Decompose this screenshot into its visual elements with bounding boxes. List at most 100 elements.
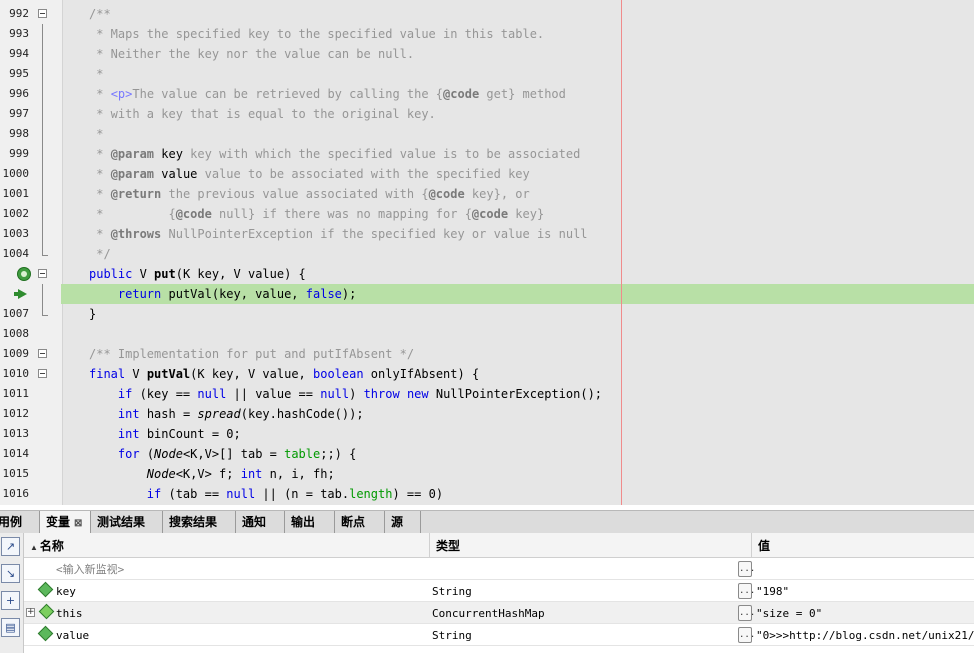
tab-item[interactable]: 搜索结果	[163, 511, 236, 533]
tab-item[interactable]: 断点	[335, 511, 385, 533]
code-line[interactable]: 1003 * @throws NullPointerException if t…	[0, 224, 974, 244]
code-line[interactable]: 998 *	[0, 124, 974, 144]
tab-item[interactable]: 输出	[285, 511, 335, 533]
step-into-icon[interactable]: ↘	[1, 564, 20, 583]
tab-item[interactable]: 用例	[0, 511, 40, 533]
code-text: * <p>The value can be retrieved by calli…	[89, 84, 566, 104]
breakpoint-icon[interactable]	[18, 268, 30, 280]
code-line[interactable]: 1001 * @return the previous value associ…	[0, 184, 974, 204]
new-watch-icon[interactable]: +	[1, 591, 20, 610]
code-editor[interactable]: 992 /** 993 * Maps the specified key to th…	[0, 0, 974, 505]
ellipsis-button[interactable]: ...	[738, 605, 755, 621]
tab-label: 源	[391, 515, 404, 529]
code-token: (key.hashCode());	[240, 407, 364, 421]
code-line[interactable]: 1004 */	[0, 244, 974, 264]
line-number: 1015	[2, 467, 30, 480]
debug-window-icon[interactable]: ▤	[1, 618, 20, 637]
code-token: *	[89, 67, 104, 81]
code-line[interactable]: 1007}	[0, 304, 974, 324]
code-line[interactable]: 1014 for (Node<K,V>[] tab = table;;) {	[0, 444, 974, 464]
ellipsis-button[interactable]: ...	[738, 583, 755, 599]
code-line[interactable]: 1011 if (key == null || value == null) t…	[0, 384, 974, 404]
code-text: * Maps the specified key to the specifie…	[89, 24, 544, 44]
tab-item[interactable]: 测试结果	[91, 511, 163, 533]
code-line[interactable]: 1008	[0, 324, 974, 344]
code-token: if	[117, 387, 133, 401]
code-line[interactable]: 992 /**	[0, 4, 974, 24]
tab-item[interactable]: 通知	[236, 511, 285, 533]
new-watch-row[interactable]: <输入新监视> ...	[24, 558, 974, 580]
fold-guide	[42, 144, 43, 164]
code-line[interactable]: 996 * <p>The value can be retrieved by c…	[0, 84, 974, 104]
line-number: 1007	[2, 307, 30, 320]
variable-type: ConcurrentHashMap	[432, 607, 545, 620]
new-watch-placeholder[interactable]: <输入新监视>	[56, 558, 124, 580]
column-header-name[interactable]: ▲ 名称	[24, 533, 430, 557]
code-line[interactable]: 1009 /** Implementation for put and putIf…	[0, 344, 974, 364]
code-text: int binCount = 0;	[89, 424, 241, 444]
fold-guide	[42, 164, 43, 184]
code-token: *	[89, 127, 104, 141]
code-line[interactable]: 993 * Maps the specified key to the spec…	[0, 24, 974, 44]
step-over-icon[interactable]: ↗	[1, 537, 20, 556]
code-line[interactable]: 1015 Node<K,V> f; int n, i, fh;	[0, 464, 974, 484]
variable-value[interactable]: "0>>>http://blog.csdn.net/unix21/"	[756, 624, 974, 646]
table-row[interactable]: + this ConcurrentHashMap... "size = 0"	[24, 602, 974, 624]
expand-icon[interactable]: +	[26, 608, 35, 617]
code-token: value to be associated with the specifie…	[197, 167, 530, 181]
output-tab-bar: 用例 变量 ⊠ 测试结果 搜索结果 通知 输出 断点 源	[0, 510, 974, 534]
code-line[interactable]: 997 * with a key that is equal to the or…	[0, 104, 974, 124]
code-line[interactable]: 1012 int hash = spread(key.hashCode());	[0, 404, 974, 424]
code-token: final	[89, 367, 126, 381]
fold-guide	[42, 44, 43, 64]
code-token: <K,V> f;	[175, 467, 241, 481]
code-token: *	[89, 227, 111, 241]
fold-end-guide	[42, 244, 48, 256]
ellipsis-button[interactable]: ...	[738, 627, 755, 643]
code-line[interactable]: public V put(K key, V value) {	[0, 264, 974, 284]
variable-value[interactable]: "size = 0"	[756, 602, 822, 624]
code-text: if (tab == null || (n = tab.length) == 0…	[89, 484, 443, 504]
code-text: * @throws NullPointerException if the sp…	[89, 224, 587, 244]
code-line[interactable]: 994 * Neither the key nor the value can …	[0, 44, 974, 64]
code-line[interactable]: 1010 final V putVal(K key, V value, boole…	[0, 364, 974, 384]
close-icon[interactable]: ⊠	[74, 518, 82, 529]
code-token: *	[89, 147, 111, 161]
column-header-type[interactable]: 类型	[430, 533, 752, 557]
line-number: 1011	[2, 387, 30, 400]
fold-toggle-icon[interactable]	[38, 9, 47, 18]
ellipsis-button[interactable]: ...	[738, 561, 755, 577]
code-token: length	[349, 487, 393, 501]
fold-toggle-icon[interactable]	[38, 269, 47, 278]
fold-toggle-icon[interactable]	[38, 349, 47, 358]
column-header-value[interactable]: 值	[752, 533, 974, 557]
code-line[interactable]: 995 *	[0, 64, 974, 84]
table-row[interactable]: key String... "198"	[24, 580, 974, 602]
variable-icon	[37, 625, 54, 642]
line-number: 996	[9, 87, 29, 100]
code-token: (tab ==	[161, 487, 227, 501]
code-token: public	[89, 267, 133, 281]
tab-variables[interactable]: 变量 ⊠	[40, 511, 91, 533]
code-line[interactable]: 1013 int binCount = 0;	[0, 424, 974, 444]
code-text: */	[89, 244, 110, 264]
variable-value[interactable]: "198"	[756, 580, 789, 602]
tab-item[interactable]: 源	[385, 511, 421, 533]
code-line[interactable]: return putVal(key, value, false);	[0, 284, 974, 304]
code-token: Node	[154, 447, 183, 461]
code-line[interactable]: 1000 * @param value value to be associat…	[0, 164, 974, 184]
tab-label: 通知	[242, 515, 267, 529]
code-token: V	[125, 367, 147, 381]
code-text: * @param value value to be associated wi…	[89, 164, 530, 184]
fold-toggle-icon[interactable]	[38, 369, 47, 378]
code-line[interactable]: 1016 if (tab == null || (n = tab.length)…	[0, 484, 974, 504]
code-line[interactable]: 999 * @param key key with which the spec…	[0, 144, 974, 164]
code-token: int	[117, 427, 140, 441]
table-row[interactable]: value String... "0>>>http://blog.csdn.net/…	[24, 624, 974, 646]
code-token: @code	[471, 207, 509, 221]
code-token: *	[89, 87, 111, 101]
code-line[interactable]: 1002 * {@code null} if there was no mapp…	[0, 204, 974, 224]
